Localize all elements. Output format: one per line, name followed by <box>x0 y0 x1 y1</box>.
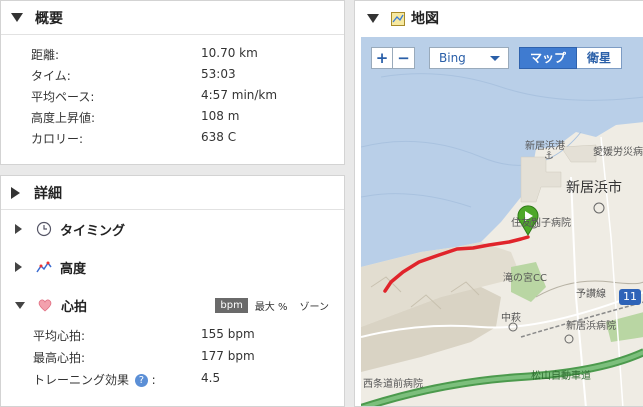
map-canvas[interactable]: ⚓ 新居浜港 愛媛労災病 新居浜市 住友別子病院 滝の宮CC 予讃線 中萩 新居… <box>361 37 643 406</box>
zoom-controls: + − <box>371 47 415 69</box>
map-panel: 地図 ⚓ 新居浜港 愛媛労災病 新居浜市 住友別子病院 滝の宮CC 予讃線 中萩… <box>354 0 643 407</box>
zoom-out-button[interactable]: − <box>393 47 415 69</box>
route-shield-label: 11 <box>623 290 637 303</box>
heart-icon <box>37 297 53 313</box>
elevation-row[interactable]: 高度 <box>1 248 344 286</box>
summary-value: 108 m <box>201 109 240 123</box>
hr-label: 平均心拍: <box>33 329 86 343</box>
collapse-triangle-icon[interactable] <box>15 301 25 309</box>
tab-zone[interactable]: ゾーン <box>295 296 335 315</box>
map-label-city: 新居浜市 <box>566 180 622 196</box>
map-icon <box>391 11 405 26</box>
expand-triangle-icon[interactable] <box>11 186 20 199</box>
elevation-title: 高度 <box>60 261 87 277</box>
elevation-chart-icon <box>36 259 52 275</box>
zoom-in-button[interactable]: + <box>371 47 393 69</box>
summary-panel: 概要 距離: 10.70 km タイム: 53:03 平均ペース: 4:57 m… <box>0 0 345 165</box>
heart-rate-list: 平均心拍: 155 bpm 最高心拍: 177 bpm トレーニング効果 ? :… <box>1 324 344 390</box>
map-label-ehime-hospital: 愛媛労災病 <box>593 147 643 158</box>
summary-label: 平均ペース: <box>31 90 95 104</box>
collapse-triangle-icon[interactable] <box>367 13 379 23</box>
heart-rate-row[interactable]: 心拍 bpm 最大 % ゾーン <box>1 286 344 324</box>
activity-page: 概要 距離: 10.70 km タイム: 53:03 平均ペース: 4:57 m… <box>0 0 643 407</box>
summary-label: 高度上昇値: <box>31 111 96 125</box>
map-graphic: ⚓ <box>361 37 643 406</box>
chevron-down-icon <box>490 56 500 61</box>
hr-value: 155 bpm <box>201 327 255 341</box>
summary-row-calories: カロリー: 638 C <box>1 127 344 148</box>
map-label-expressway: 松山自動車道 <box>531 371 591 382</box>
hr-value: 177 bpm <box>201 349 255 363</box>
map-label-sumitomo-hospital: 住友別子病院 <box>511 218 571 229</box>
detail-title: 詳細 <box>34 185 62 202</box>
map-label-nishijo-hospital: 西条道前病院 <box>363 379 423 390</box>
summary-header[interactable]: 概要 <box>1 1 344 35</box>
tab-bpm[interactable]: bpm <box>215 298 248 313</box>
detail-panel: 詳細 タイミング 高度 心拍 bpm 最大 % ゾーン 平均心拍: 155 bp… <box>0 175 345 407</box>
summary-row-distance: 距離: 10.70 km <box>1 43 344 64</box>
hr-row-average: 平均心拍: 155 bpm <box>1 324 344 346</box>
help-icon[interactable]: ? <box>134 374 148 387</box>
summary-row-pace: 平均ペース: 4:57 min/km <box>1 85 344 106</box>
summary-title: 概要 <box>35 10 63 27</box>
collapse-triangle-icon[interactable] <box>11 13 23 22</box>
map-type-toggle: マップ 衛星 <box>519 47 623 69</box>
summary-value: 53:03 <box>201 67 236 81</box>
summary-list: 距離: 10.70 km タイム: 53:03 平均ペース: 4:57 min/… <box>1 35 344 148</box>
map-provider-select[interactable]: Bing <box>429 47 509 69</box>
heart-rate-title: 心拍 <box>61 299 88 315</box>
hr-label-wrap: トレーニング効果 ? : <box>33 373 156 387</box>
hr-row-training-effect: トレーニング効果 ? : 4.5 <box>1 368 344 390</box>
map-label-port: 新居浜港 <box>525 141 565 152</box>
timing-title: タイミング <box>60 223 126 239</box>
map-type-road-button[interactable]: マップ <box>519 47 578 69</box>
hr-label: 最高心拍: <box>33 351 86 365</box>
map-label-yosan-line: 予讃線 <box>576 289 606 300</box>
map-provider-value: Bing <box>439 51 466 65</box>
map-label-niihama-hospital: 新居浜病院 <box>566 321 616 332</box>
hr-value: 4.5 <box>201 371 221 385</box>
summary-value: 4:57 min/km <box>201 88 278 102</box>
timing-row[interactable]: タイミング <box>1 210 344 248</box>
summary-label: タイム: <box>31 69 71 83</box>
summary-label: 距離: <box>31 48 60 62</box>
map-type-satellite-button[interactable]: 衛星 <box>577 47 623 69</box>
detail-header[interactable]: 詳細 <box>1 176 344 210</box>
heart-rate-unit-tabs: bpm 最大 % ゾーン <box>213 296 334 315</box>
summary-value: 10.70 km <box>201 46 258 60</box>
summary-label: カロリー: <box>31 132 84 146</box>
clock-icon <box>36 221 52 237</box>
map-label-takinomiya: 滝の宮CC <box>503 273 547 284</box>
hr-label: トレーニング効果 <box>33 373 130 387</box>
summary-row-elevation-gain: 高度上昇値: 108 m <box>1 106 344 127</box>
tab-max-percent[interactable]: 最大 % <box>250 296 293 315</box>
expand-triangle-icon[interactable] <box>15 224 22 234</box>
summary-value: 638 C <box>201 130 237 144</box>
expand-triangle-icon[interactable] <box>15 262 22 272</box>
summary-row-time: タイム: 53:03 <box>1 64 344 85</box>
map-title: 地図 <box>411 11 439 27</box>
hr-row-max: 最高心拍: 177 bpm <box>1 346 344 368</box>
map-header[interactable]: 地図 <box>355 1 643 35</box>
map-label-nakahagi: 中萩 <box>501 313 521 324</box>
